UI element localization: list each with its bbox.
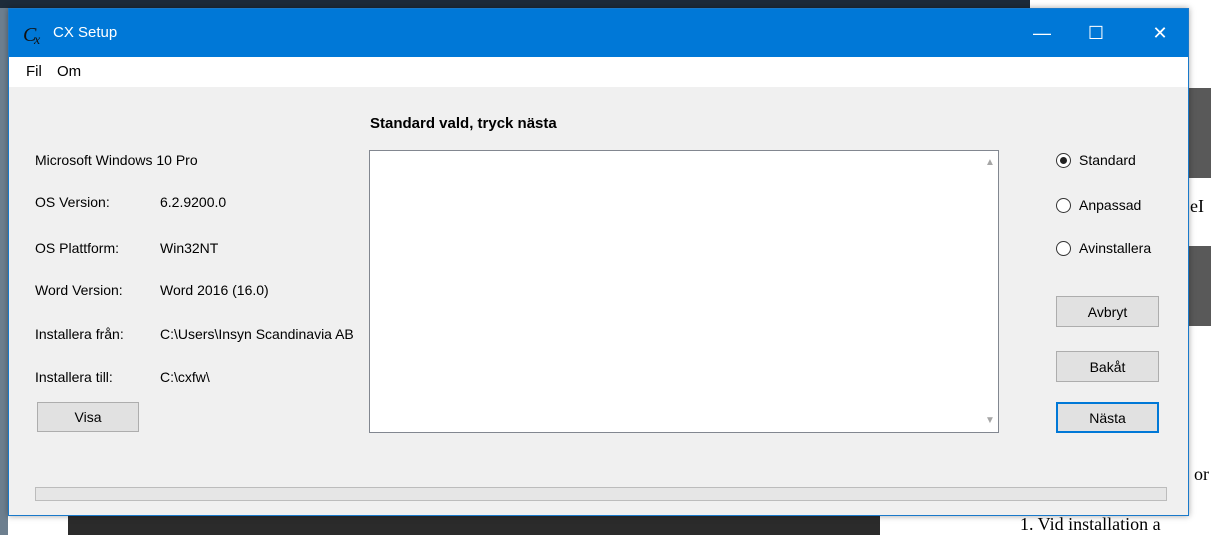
background-doc-fragment: 1. Vid installation a [1020, 514, 1161, 534]
close-button[interactable]: ✕ [1137, 9, 1183, 57]
window-title: CX Setup [53, 24, 118, 41]
radio-uninstall[interactable]: Avinstallera [1056, 240, 1151, 256]
log-scrollbar[interactable]: ▲ ▼ [981, 151, 998, 432]
show-button[interactable]: Visa [37, 402, 139, 432]
menu-about[interactable]: Om [57, 63, 81, 80]
radio-unchecked-icon[interactable] [1056, 197, 1071, 213]
cancel-button[interactable]: Avbryt [1056, 296, 1159, 327]
os-platform-value: Win32NT [160, 240, 219, 256]
radio-unchecked-icon[interactable] [1056, 240, 1071, 256]
cx-app-icon: Cx [23, 24, 41, 48]
background-panel-right [1189, 88, 1211, 178]
os-version-label: OS Version: [35, 194, 110, 210]
radio-standard-label: Standard [1079, 152, 1136, 168]
radio-custom[interactable]: Anpassad [1056, 197, 1141, 213]
cx-setup-window: Cx CX Setup — ☐ ✕ Fil Om Microsoft Windo… [8, 8, 1189, 516]
install-progress-bar [35, 487, 1167, 501]
install-from-value: C:\Users\Insyn Scandinavia AB [160, 326, 354, 342]
radio-custom-label: Anpassad [1079, 197, 1142, 213]
install-log-textbox[interactable]: ▲ ▼ [369, 150, 999, 433]
back-button[interactable]: Bakåt [1056, 351, 1159, 382]
background-doc-fragment: or [1194, 464, 1209, 484]
desktop-background-top [0, 0, 1030, 8]
next-button[interactable]: Nästa [1056, 402, 1159, 433]
status-heading: Standard vald, tryck nästa [370, 115, 557, 132]
background-taskbar-strip [68, 516, 880, 535]
scroll-down-icon[interactable]: ▼ [985, 415, 995, 426]
os-platform-label: OS Plattform: [35, 240, 120, 256]
scroll-up-icon[interactable]: ▲ [985, 157, 995, 168]
background-doc-fragment: eI [1190, 196, 1204, 216]
maximize-button[interactable]: ☐ [1073, 9, 1119, 57]
install-to-value: C:\cxfw\ [160, 369, 210, 385]
radio-checked-icon[interactable] [1056, 152, 1071, 168]
title-bar[interactable]: Cx CX Setup — ☐ ✕ [9, 9, 1188, 57]
minimize-button[interactable]: — [1019, 9, 1065, 57]
radio-standard[interactable]: Standard [1056, 152, 1136, 168]
background-panel-right-2 [1189, 246, 1211, 326]
menu-bar: Fil Om [9, 57, 1188, 87]
os-name: Microsoft Windows 10 Pro [35, 152, 198, 168]
install-from-label: Installera från: [35, 326, 124, 342]
word-version-label: Word Version: [35, 282, 123, 298]
word-version-value: Word 2016 (16.0) [160, 282, 269, 298]
radio-uninstall-label: Avinstallera [1079, 240, 1152, 256]
desktop-background-left [0, 0, 8, 535]
install-to-label: Installera till: [35, 369, 113, 385]
menu-file[interactable]: Fil [26, 63, 42, 80]
os-version-value: 6.2.9200.0 [160, 194, 227, 210]
